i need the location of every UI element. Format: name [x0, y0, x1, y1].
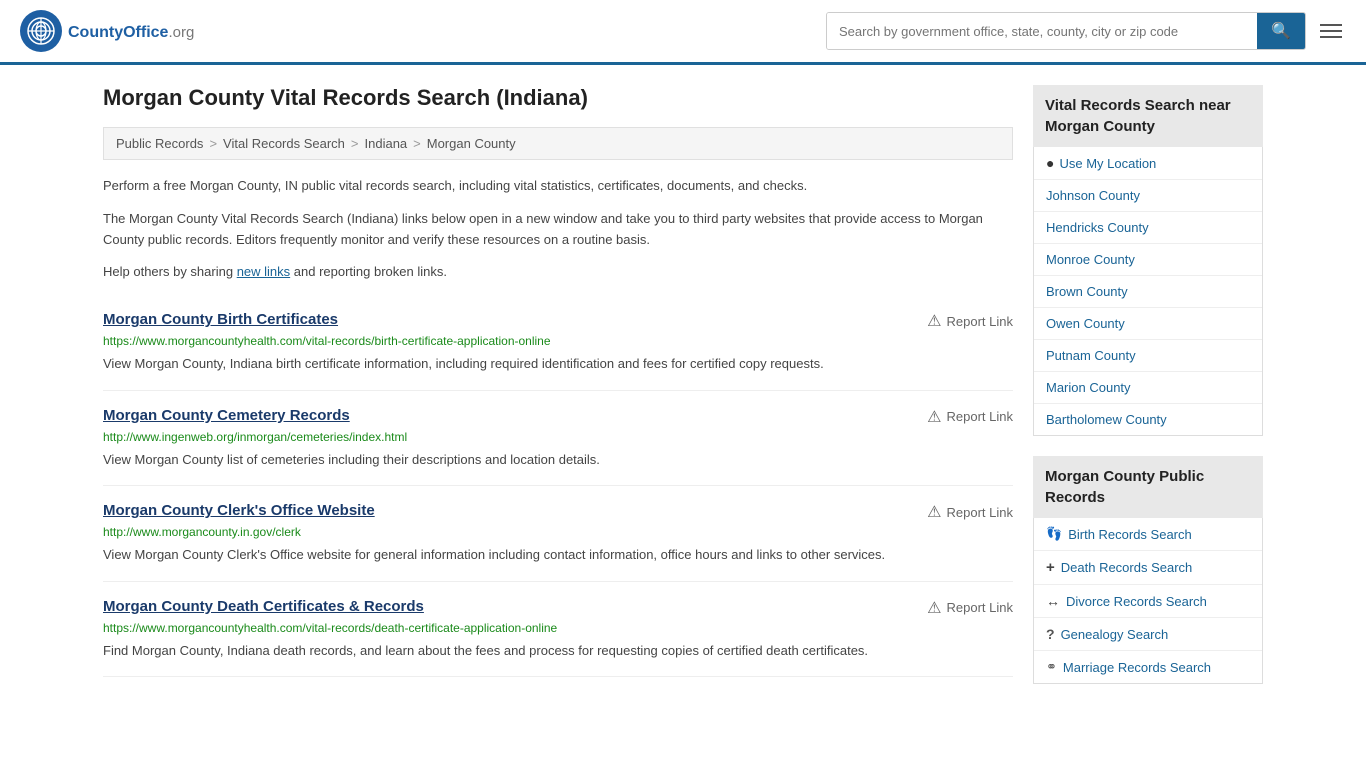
- result-item: Morgan County Death Certificates & Recor…: [103, 582, 1013, 678]
- nearby-counties-list: Johnson County Hendricks County Monroe Cou…: [1034, 180, 1262, 435]
- menu-button[interactable]: [1316, 20, 1346, 42]
- nearby-county-link-2[interactable]: Monroe County: [1046, 252, 1135, 267]
- result-url-1[interactable]: http://www.ingenweb.org/inmorgan/cemeter…: [103, 430, 1013, 444]
- desc-text-2: The Morgan County Vital Records Search (…: [103, 209, 1013, 251]
- search-button[interactable]: 🔍: [1257, 13, 1305, 49]
- report-link-0[interactable]: ⚠ Report Link: [927, 311, 1013, 331]
- nearby-county-link-6[interactable]: Marion County: [1046, 380, 1131, 395]
- result-title-2[interactable]: Morgan County Clerk's Office Website: [103, 502, 375, 519]
- search-bar: 🔍: [826, 12, 1306, 50]
- use-my-location-link[interactable]: Use My Location: [1059, 156, 1156, 171]
- logo-area: CountyOffice.org: [20, 10, 194, 52]
- genealogy-icon: ?: [1046, 626, 1055, 642]
- results-list: Morgan County Birth Certificates ⚠ Repor…: [103, 295, 1013, 677]
- public-record-item-3: ? Genealogy Search: [1034, 618, 1262, 651]
- result-item: Morgan County Birth Certificates ⚠ Repor…: [103, 295, 1013, 391]
- header-right: 🔍: [826, 12, 1346, 50]
- report-link-3[interactable]: ⚠ Report Link: [927, 598, 1013, 618]
- nearby-county-item-5: Putnam County: [1034, 340, 1262, 372]
- public-record-link-0[interactable]: Birth Records Search: [1068, 527, 1192, 542]
- public-record-item-2: ↔ Divorce Records Search: [1034, 585, 1262, 618]
- nearby-county-link-4[interactable]: Owen County: [1046, 316, 1125, 331]
- result-desc-2: View Morgan County Clerk's Office websit…: [103, 545, 1013, 565]
- report-icon-3: ⚠: [927, 598, 941, 618]
- breadcrumb-vital-records[interactable]: Vital Records Search: [223, 136, 345, 151]
- result-url-0[interactable]: https://www.morgancountyhealth.com/vital…: [103, 334, 1013, 348]
- public-records-list: 👣 Birth Records Search + Death Records Sear…: [1033, 518, 1263, 684]
- sidebar: Vital Records Search near Morgan County …: [1033, 85, 1263, 704]
- page-title: Morgan County Vital Records Search (Indi…: [103, 85, 1013, 111]
- nearby-county-link-1[interactable]: Hendricks County: [1046, 220, 1149, 235]
- logo-text: CountyOffice.org: [68, 20, 194, 43]
- public-record-item-4: ⚭ Marriage Records Search: [1034, 651, 1262, 683]
- result-item: Morgan County Clerk's Office Website ⚠ R…: [103, 486, 1013, 582]
- death-icon: +: [1046, 559, 1055, 576]
- report-icon-1: ⚠: [927, 407, 941, 427]
- public-records-links: 👣 Birth Records Search + Death Records Sear…: [1034, 518, 1262, 683]
- desc-text-3: Help others by sharing new links and rep…: [103, 262, 1013, 283]
- report-label-1: Report Link: [947, 409, 1013, 424]
- public-records-header: Morgan County Public Records: [1033, 456, 1263, 518]
- sep2: >: [351, 136, 359, 151]
- sep1: >: [209, 136, 217, 151]
- result-desc-1: View Morgan County list of cemeteries in…: [103, 450, 1013, 470]
- nearby-county-item-0: Johnson County: [1034, 180, 1262, 212]
- nearby-county-item-3: Brown County: [1034, 276, 1262, 308]
- nearby-county-item-7: Bartholomew County: [1034, 404, 1262, 435]
- use-my-location-item[interactable]: ● Use My Location: [1034, 147, 1262, 180]
- nearby-county-item-1: Hendricks County: [1034, 212, 1262, 244]
- nearby-county-item-2: Monroe County: [1034, 244, 1262, 276]
- public-record-link-4[interactable]: Marriage Records Search: [1063, 660, 1211, 675]
- content-area: Morgan County Vital Records Search (Indi…: [103, 85, 1013, 704]
- report-label-0: Report Link: [947, 314, 1013, 329]
- report-label-3: Report Link: [947, 600, 1013, 615]
- breadcrumb-morgan-county[interactable]: Morgan County: [427, 136, 516, 151]
- public-records-section: Morgan County Public Records 👣 Birth Reco…: [1033, 456, 1263, 684]
- main-container: Morgan County Vital Records Search (Indi…: [83, 65, 1283, 724]
- breadcrumb-indiana[interactable]: Indiana: [365, 136, 408, 151]
- public-record-link-2[interactable]: Divorce Records Search: [1066, 594, 1207, 609]
- sep3: >: [413, 136, 421, 151]
- result-url-3[interactable]: https://www.morgancountyhealth.com/vital…: [103, 621, 1013, 635]
- report-icon-2: ⚠: [927, 502, 941, 522]
- result-desc-3: Find Morgan County, Indiana death record…: [103, 641, 1013, 661]
- menu-line1: [1320, 24, 1342, 26]
- new-links-link[interactable]: new links: [237, 264, 290, 279]
- marriage-icon: ⚭: [1046, 659, 1057, 675]
- nearby-county-link-7[interactable]: Bartholomew County: [1046, 412, 1167, 427]
- logo-icon: [20, 10, 62, 52]
- nearby-county-link-3[interactable]: Brown County: [1046, 284, 1128, 299]
- public-record-link-3[interactable]: Genealogy Search: [1061, 627, 1169, 642]
- nearby-list: ● Use My Location Johnson County Hendrick…: [1033, 147, 1263, 436]
- result-title-0[interactable]: Morgan County Birth Certificates: [103, 311, 338, 328]
- result-title-1[interactable]: Morgan County Cemetery Records: [103, 407, 350, 424]
- public-record-link-1[interactable]: Death Records Search: [1061, 560, 1193, 575]
- menu-line3: [1320, 36, 1342, 38]
- public-record-item-0: 👣 Birth Records Search: [1034, 518, 1262, 551]
- birth-icon: 👣: [1046, 526, 1062, 542]
- location-icon: ●: [1046, 155, 1054, 171]
- report-link-1[interactable]: ⚠ Report Link: [927, 407, 1013, 427]
- public-record-item-1: + Death Records Search: [1034, 551, 1262, 585]
- report-icon-0: ⚠: [927, 311, 941, 331]
- breadcrumb: Public Records > Vital Records Search > …: [103, 127, 1013, 160]
- result-item: Morgan County Cemetery Records ⚠ Report …: [103, 391, 1013, 487]
- breadcrumb-public-records[interactable]: Public Records: [116, 136, 203, 151]
- nearby-county-item-4: Owen County: [1034, 308, 1262, 340]
- nearby-county-item-6: Marion County: [1034, 372, 1262, 404]
- header: CountyOffice.org 🔍: [0, 0, 1366, 65]
- nearby-county-link-5[interactable]: Putnam County: [1046, 348, 1136, 363]
- nearby-county-link-0[interactable]: Johnson County: [1046, 188, 1140, 203]
- nearby-section: Vital Records Search near Morgan County …: [1033, 85, 1263, 436]
- result-title-3[interactable]: Morgan County Death Certificates & Recor…: [103, 598, 424, 615]
- report-link-2[interactable]: ⚠ Report Link: [927, 502, 1013, 522]
- desc-text-1: Perform a free Morgan County, IN public …: [103, 176, 1013, 197]
- report-label-2: Report Link: [947, 505, 1013, 520]
- search-input[interactable]: [827, 13, 1257, 49]
- result-url-2[interactable]: http://www.morgancounty.in.gov/clerk: [103, 525, 1013, 539]
- nearby-header: Vital Records Search near Morgan County: [1033, 85, 1263, 147]
- menu-line2: [1320, 30, 1342, 32]
- divorce-icon: ↔: [1046, 593, 1060, 609]
- result-desc-0: View Morgan County, Indiana birth certif…: [103, 354, 1013, 374]
